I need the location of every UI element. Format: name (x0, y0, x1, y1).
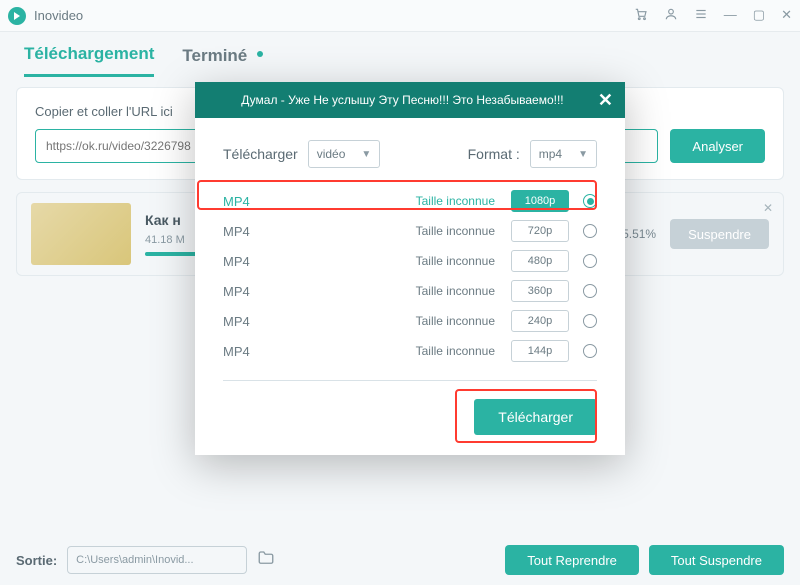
format-size: Taille inconnue (293, 284, 511, 298)
format-name: MP4 (223, 254, 293, 269)
format-row[interactable]: MP4Taille inconnue1080p (223, 186, 597, 216)
chevron-down-icon: ▼ (578, 149, 588, 160)
format-name: MP4 (223, 344, 293, 359)
resume-all-button[interactable]: Tout Reprendre (505, 545, 639, 575)
output-label: Sortie: (16, 553, 57, 568)
format-radio[interactable] (583, 284, 597, 298)
format-name: MP4 (223, 284, 293, 299)
format-size: Taille inconnue (293, 344, 511, 358)
modal-divider (223, 380, 597, 381)
progress-percent: 5.51% (622, 227, 656, 241)
video-thumbnail (31, 203, 131, 265)
format-radio[interactable] (583, 344, 597, 358)
analyze-button[interactable]: Analyser (670, 129, 765, 163)
resolution-badge: 480p (511, 250, 569, 272)
maximize-button[interactable]: ▢ (753, 7, 765, 24)
format-radio[interactable] (583, 254, 597, 268)
titlebar: Inovideo — ▢ ✕ (0, 0, 800, 32)
format-label: Format : (468, 146, 520, 162)
tab-done-indicator (257, 51, 263, 57)
close-window-button[interactable]: ✕ (781, 7, 792, 24)
minimize-button[interactable]: — (724, 7, 737, 24)
format-modal: Думал - Уже Не услышу Эту Песню!!! Это Н… (195, 82, 625, 455)
modal-close-button[interactable]: ✕ (598, 90, 613, 111)
format-radio[interactable] (583, 194, 597, 208)
format-list: MP4Taille inconnue1080pMP4Taille inconnu… (223, 186, 597, 366)
user-icon[interactable] (664, 7, 678, 24)
resolution-badge: 360p (511, 280, 569, 302)
resolution-badge: 1080p (511, 190, 569, 212)
format-row[interactable]: MP4Taille inconnue480p (223, 246, 597, 276)
format-name: MP4 (223, 314, 293, 329)
menu-icon[interactable] (694, 7, 708, 24)
remove-item-button[interactable]: ✕ (763, 201, 773, 215)
download-button[interactable]: Télécharger (474, 399, 597, 435)
resolution-badge: 720p (511, 220, 569, 242)
suspend-all-button[interactable]: Tout Suspendre (649, 545, 784, 575)
format-name: MP4 (223, 194, 293, 209)
resolution-badge: 144p (511, 340, 569, 362)
format-row[interactable]: MP4Taille inconnue360p (223, 276, 597, 306)
format-radio[interactable] (583, 224, 597, 238)
download-type-select[interactable]: vidéo ▼ (308, 140, 381, 168)
main-tabs: Téléchargement Terminé (0, 32, 800, 77)
footer: Sortie: C:\Users\admin\Inovid... Tout Re… (16, 545, 784, 575)
tab-done[interactable]: Terminé (182, 46, 247, 76)
format-radio[interactable] (583, 314, 597, 328)
chevron-down-icon: ▼ (361, 149, 371, 160)
format-size: Taille inconnue (293, 314, 511, 328)
browse-folder-button[interactable] (257, 549, 275, 572)
modal-title: Думал - Уже Не услышу Эту Песню!!! Это Н… (207, 93, 598, 107)
resolution-badge: 240p (511, 310, 569, 332)
window-controls: — ▢ ✕ (634, 7, 792, 24)
modal-header: Думал - Уже Не услышу Эту Песню!!! Это Н… (195, 82, 625, 118)
format-row[interactable]: MP4Taille inconnue720p (223, 216, 597, 246)
format-size: Taille inconnue (293, 254, 511, 268)
app-logo (8, 7, 26, 25)
format-size: Taille inconnue (293, 194, 511, 208)
suspend-item-button[interactable]: Suspendre (670, 219, 769, 249)
tab-download[interactable]: Téléchargement (24, 44, 154, 77)
format-size: Taille inconnue (293, 224, 511, 238)
format-select[interactable]: mp4 ▼ (530, 140, 597, 168)
download-type-label: Télécharger (223, 146, 298, 162)
format-row[interactable]: MP4Taille inconnue144p (223, 336, 597, 366)
selector-row: Télécharger vidéo ▼ Format : mp4 ▼ (223, 140, 597, 168)
format-name: MP4 (223, 224, 293, 239)
cart-icon[interactable] (634, 7, 648, 24)
format-row[interactable]: MP4Taille inconnue240p (223, 306, 597, 336)
output-path[interactable]: C:\Users\admin\Inovid... (67, 546, 247, 574)
app-title: Inovideo (34, 8, 634, 23)
